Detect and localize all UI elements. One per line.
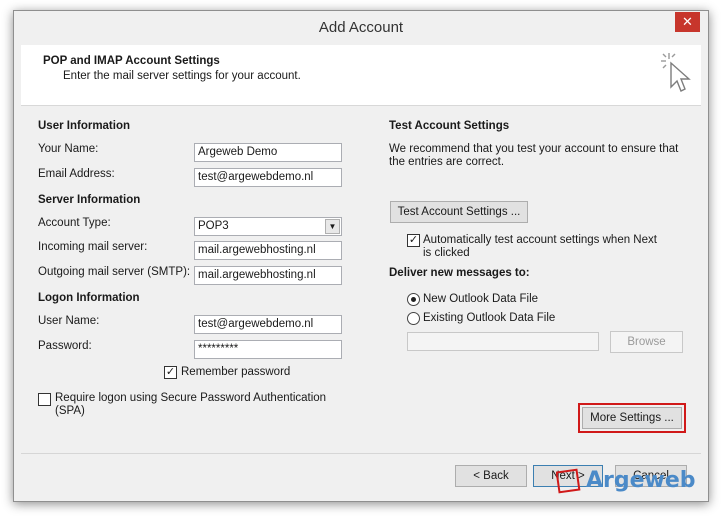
auto-test-checkbox[interactable]: ✓ xyxy=(407,234,420,247)
spa-label-cont: (SPA) xyxy=(55,405,85,417)
username-field[interactable]: test@argewebdemo.nl xyxy=(194,315,342,334)
chevron-down-icon[interactable]: ▼ xyxy=(325,219,340,234)
highlight-box xyxy=(578,403,686,433)
auto-test-label-cont: is clicked xyxy=(423,247,470,259)
pst-path-field[interactable] xyxy=(407,332,599,351)
cursor-sparkle-icon xyxy=(659,49,695,100)
header-subtitle: Enter the mail server settings for your … xyxy=(63,70,301,82)
header-title: POP and IMAP Account Settings xyxy=(43,55,220,67)
new-pst-radio[interactable] xyxy=(407,293,420,306)
your-name-field[interactable]: Argeweb Demo xyxy=(194,143,342,162)
close-button[interactable]: ✕ xyxy=(675,12,700,32)
spa-checkbox[interactable] xyxy=(38,393,51,406)
new-pst-label: New Outlook Data File xyxy=(423,293,539,305)
user-info-heading: User Information xyxy=(38,120,131,132)
account-type-value: POP3 xyxy=(198,220,229,232)
watermark: Argeweb xyxy=(586,468,696,493)
server-info-heading: Server Information xyxy=(38,194,141,206)
email-field[interactable]: test@argewebdemo.nl xyxy=(194,168,342,187)
argeweb-logo-icon xyxy=(555,468,582,497)
test-settings-heading: Test Account Settings xyxy=(389,120,510,132)
dialog-header: POP and IMAP Account Settings Enter the … xyxy=(21,45,701,106)
settings-panel: User Information Your Name: Argeweb Demo… xyxy=(21,105,701,454)
incoming-server-label: Incoming mail server: xyxy=(38,241,148,253)
email-label: Email Address: xyxy=(38,168,115,180)
test-desc: We recommend that you test your account … xyxy=(389,143,679,155)
account-type-label: Account Type: xyxy=(38,217,111,229)
outgoing-server-field[interactable]: mail.argewebhosting.nl xyxy=(194,266,342,285)
existing-pst-label: Existing Outlook Data File xyxy=(423,312,556,324)
remember-password-checkbox[interactable]: ✓ xyxy=(164,366,177,379)
your-name-label: Your Name: xyxy=(38,143,99,155)
incoming-server-field[interactable]: mail.argewebhosting.nl xyxy=(194,241,342,260)
title-bar: Add Account ✕ xyxy=(14,11,708,45)
deliver-heading: Deliver new messages to: xyxy=(389,267,530,279)
outgoing-server-label: Outgoing mail server (SMTP): xyxy=(38,266,191,278)
logon-info-heading: Logon Information xyxy=(38,292,140,304)
auto-test-label: Automatically test account settings when… xyxy=(423,234,657,246)
account-type-select[interactable]: POP3 ▼ xyxy=(194,217,342,236)
back-button[interactable]: < Back xyxy=(455,465,527,487)
password-label: Password: xyxy=(38,340,92,352)
browse-button[interactable]: Browse xyxy=(610,331,683,353)
password-field[interactable]: ********* xyxy=(194,340,342,359)
existing-pst-radio[interactable] xyxy=(407,312,420,325)
spa-label: Require logon using Secure Password Auth… xyxy=(55,392,327,404)
test-desc-cont: the entries are correct. xyxy=(389,156,505,168)
username-label: User Name: xyxy=(38,315,100,327)
add-account-dialog: Add Account ✕ POP and IMAP Account Setti… xyxy=(13,10,709,502)
window-title: Add Account xyxy=(318,19,404,36)
test-account-settings-button[interactable]: Test Account Settings ... xyxy=(390,201,528,223)
remember-password-label: Remember password xyxy=(181,366,291,378)
